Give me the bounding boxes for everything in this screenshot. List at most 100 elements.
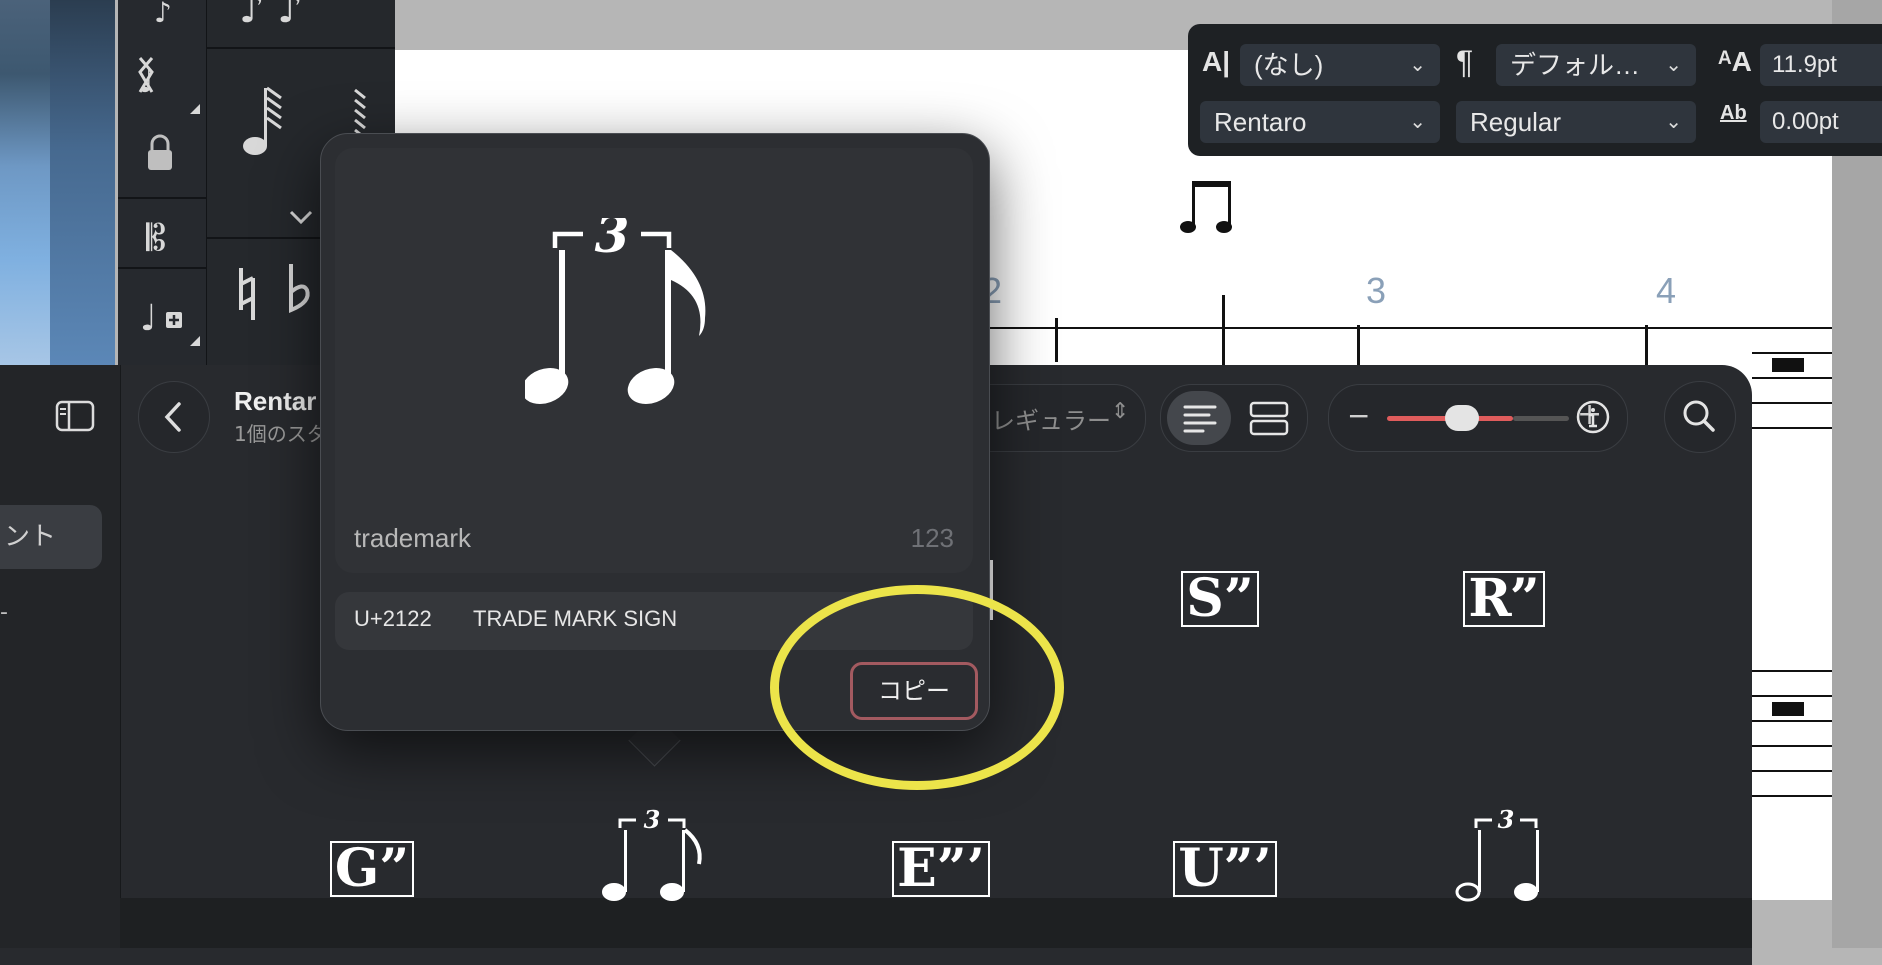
chevron-down-icon: ⌄ (1665, 54, 1682, 76)
beamed-notes-text (1180, 181, 1232, 233)
font-style-value: Regular (1470, 107, 1562, 137)
glyph-cell-e[interactable]: E”’ (886, 838, 996, 899)
sidebar-toggle-icon[interactable] (55, 400, 95, 432)
staff-line (1752, 720, 1832, 723)
glyph-cell-s[interactable]: S” (1170, 568, 1270, 629)
glyph-s: S” (1181, 571, 1259, 627)
highlight-circle-annotation (770, 585, 1064, 790)
back-chevron-icon (164, 402, 181, 432)
glyph-r: R” (1463, 571, 1545, 627)
font-size-icon: ᴬA (1718, 46, 1752, 77)
font-subtitle: 1個のスタ (234, 422, 327, 446)
sidebar-selected-item[interactable]: ント (0, 505, 102, 569)
glyph-index: 123 (910, 523, 954, 553)
svg-text:♩: ♩ (140, 298, 157, 339)
tracking-field[interactable]: 0.00pt (1760, 101, 1882, 143)
paragraph-style-select[interactable]: デフォル… ⌄ (1496, 44, 1696, 86)
clef-icon[interactable]: 𝄡 (146, 218, 166, 259)
add-note-icon[interactable]: ♩ (140, 298, 182, 339)
glyph-u: U”’ (1173, 841, 1277, 897)
tool-icons: ♪ ♩ 𝄡 ♩ (118, 0, 206, 346)
align-left-icon (1183, 405, 1217, 433)
whole-rest (1772, 358, 1804, 372)
preview-tuplet-number: 3 (595, 218, 630, 264)
barline (1055, 318, 1058, 362)
minus-icon[interactable]: − (1347, 399, 1370, 432)
svg-text:♪ ♪: ♪ ♪ (239, 0, 303, 32)
rows-icon (1249, 401, 1289, 436)
whole-rest (1772, 702, 1804, 716)
paragraph-icon: ¶ (1456, 44, 1474, 80)
barline (1222, 295, 1225, 365)
search-button[interactable] (1664, 381, 1736, 453)
font-family-value: Rentaro (1214, 107, 1307, 137)
desktop-background-strip (50, 0, 115, 370)
glyph-preview-image: 3 (525, 218, 706, 404)
tuplet-glyph: 3 (1455, 805, 1539, 902)
svg-text:𝄡: 𝄡 (146, 218, 166, 259)
font-size-field[interactable]: 11.9pt (1760, 44, 1882, 86)
natural-icon[interactable] (239, 268, 255, 320)
sidebar-item-fragment: - (0, 600, 8, 625)
font-style-select[interactable]: Regular ⌄ (1456, 101, 1696, 143)
character-style-value: (なし) (1254, 50, 1324, 80)
glyph-preview: 3 trademark 123 (335, 148, 973, 573)
glyph-cell-u[interactable]: U”’ (1170, 838, 1280, 899)
staff-line (1752, 770, 1832, 773)
staff-line (1752, 745, 1832, 748)
tuplet-number: 3 (1498, 808, 1515, 834)
tracking-value: 0.00pt (1772, 108, 1839, 135)
back-button[interactable] (138, 381, 210, 453)
style-selector-value: レギュラー (991, 407, 1111, 435)
character-style-select[interactable]: (なし) ⌄ (1240, 44, 1440, 86)
lock-icon[interactable] (148, 134, 172, 170)
measure-number-4: 4 (1656, 270, 1677, 311)
chevron-down-icon: ⌄ (1409, 111, 1426, 133)
font-size-value: 11.9pt (1772, 51, 1837, 78)
glyph-cell-g[interactable]: G” (322, 838, 422, 899)
chevron-down-icon: ⌄ (1409, 54, 1426, 76)
info-icon[interactable] (1574, 398, 1612, 436)
glyph-name: trademark (354, 523, 472, 553)
search-icon (1683, 400, 1715, 432)
list-view-button[interactable] (1167, 391, 1231, 445)
staff-line (1752, 402, 1832, 405)
glyph-cell-r[interactable]: R” (1454, 568, 1554, 629)
tuplet-number: 3 (644, 808, 661, 834)
up-down-chevron-icon: ⇕ (1111, 399, 1130, 424)
barline (1645, 325, 1648, 365)
zoom-slider-thumb[interactable] (1445, 405, 1479, 431)
glyph-g: G” (329, 841, 415, 897)
staff-line (1752, 795, 1832, 798)
desktop-background (0, 0, 50, 370)
font-title: Rentar (234, 386, 317, 416)
measure-number-3: 3 (1366, 270, 1387, 311)
notation-tool-panel: ♪ ♩ 𝄡 ♩ (118, 0, 207, 370)
paragraph-style-value: デフォル… (1510, 50, 1641, 80)
staff-line (980, 327, 1832, 330)
glyph-browser-sidebar (0, 365, 121, 948)
glyph-e: E”’ (892, 841, 990, 897)
svg-text:♪: ♪ (154, 0, 172, 29)
grid-view-button[interactable] (1237, 391, 1301, 445)
character-style-icon: A| (1202, 46, 1231, 77)
flat-icon[interactable] (289, 264, 310, 313)
chevron-down-icon[interactable] (289, 210, 313, 225)
glyph-cell-tuplet-quarter-eighth[interactable]: 3 (594, 805, 714, 908)
staff-line (1752, 377, 1832, 380)
staff-line (1752, 352, 1832, 355)
barline (1357, 325, 1360, 365)
staff-line (1752, 695, 1832, 698)
unicode-name: TRADE MARK SIGN (473, 606, 678, 631)
staff-line (1752, 670, 1832, 673)
chevron-down-icon: ⌄ (1665, 111, 1682, 133)
tuplet-glyph: 3 (602, 805, 702, 901)
text-inspector-panel: A| (なし) ⌄ ¶ デフォル… ⌄ ᴬA 11.9pt Rentaro ⌄ … (1188, 24, 1882, 156)
view-mode-toggle (1160, 384, 1308, 452)
staff-line (1752, 427, 1832, 430)
glyph-cell-tuplet-half-quarter[interactable]: 3 (1446, 805, 1566, 908)
font-family-select[interactable]: Rentaro ⌄ (1200, 101, 1440, 143)
codepoint: U+2122 (354, 606, 432, 631)
tracking-icon: Ab (1720, 102, 1747, 124)
zoom-slider-track (1513, 416, 1569, 421)
